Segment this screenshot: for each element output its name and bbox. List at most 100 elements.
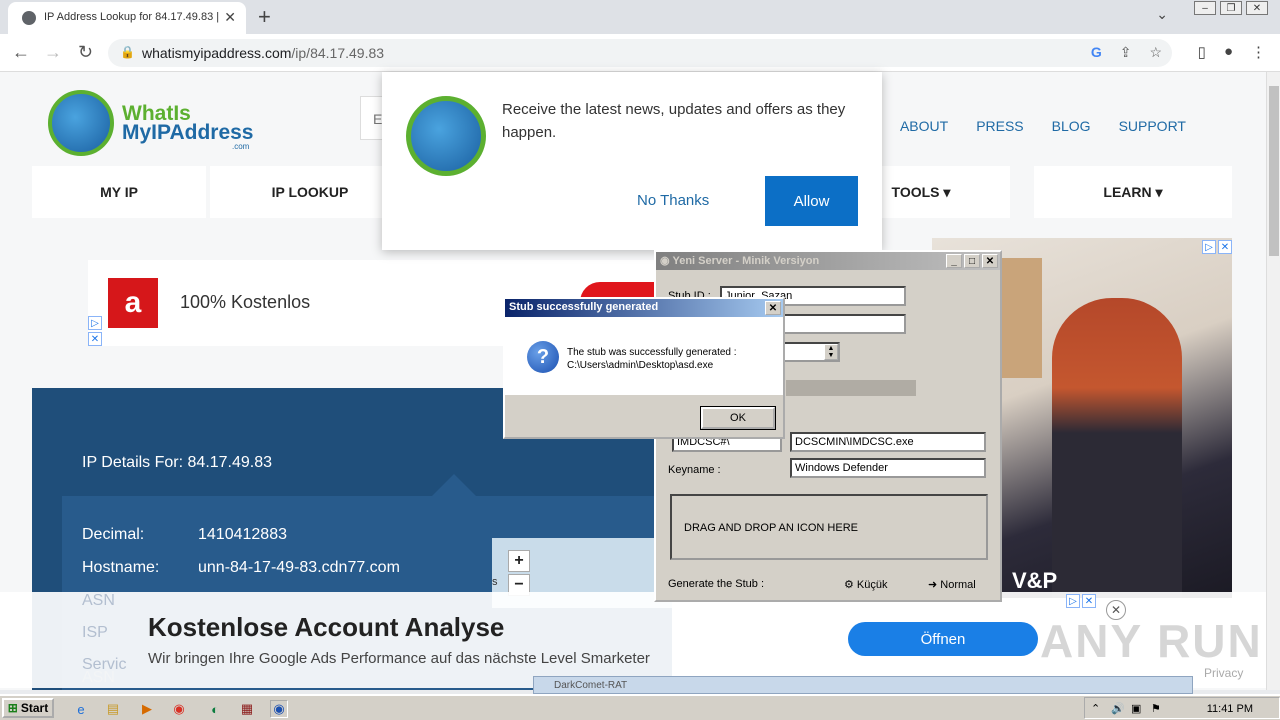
back-icon[interactable]: ← bbox=[12, 42, 30, 63]
edge-icon[interactable]: ◐ bbox=[206, 700, 224, 718]
bottom-ad-banner[interactable]: ASN ISP Servic Kostenlose Account Analys… bbox=[0, 592, 1266, 688]
google-icon[interactable]: G bbox=[1091, 44, 1102, 61]
omnibox[interactable]: 🔒 whatismyipaddress.com/ip/84.17.49.83 G… bbox=[108, 39, 1172, 67]
nav-support[interactable]: SUPPORT bbox=[1119, 118, 1186, 134]
ie-icon[interactable]: e bbox=[72, 700, 90, 718]
faded-services: Servic bbox=[82, 656, 127, 673]
url-text[interactable]: whatismyipaddress.com/ip/84.17.49.83 bbox=[142, 45, 384, 61]
detail-row-hostname: Hostname: unn-84-17-49-83.cdn77.com bbox=[82, 559, 400, 577]
gear-icon: ⚙ bbox=[844, 579, 857, 591]
anyrun-watermark: ANY RUN bbox=[1040, 615, 1263, 667]
drop-zone-label: DRAG AND DROP AN ICON HERE bbox=[684, 522, 858, 534]
system-tray: ⌃ 🔊 ▣ ⚑ 11:41 PM bbox=[1084, 697, 1280, 719]
allow-button[interactable]: Allow bbox=[765, 176, 858, 226]
dialog-title: Stub successfully generated bbox=[509, 301, 659, 313]
folder-icon[interactable]: ▤ bbox=[104, 700, 122, 718]
share-icon[interactable]: ⇪ bbox=[1120, 44, 1132, 61]
star-icon[interactable]: ☆ bbox=[1149, 44, 1162, 61]
browser-tab[interactable]: IP Address Lookup for 84.17.49.83 | ✕ bbox=[8, 2, 246, 34]
volume-icon[interactable]: 🔊 bbox=[1111, 702, 1125, 715]
keyname-field[interactable]: Windows Defender bbox=[790, 458, 986, 478]
omnibox-icons: G ⇪ ☆ bbox=[1091, 44, 1162, 61]
nav-about[interactable]: ABOUT bbox=[900, 118, 948, 134]
ip-details-heading: IP Details For: 84.17.49.83 bbox=[82, 454, 273, 471]
kucuk-button[interactable]: ⚙ Küçük bbox=[844, 578, 888, 591]
avira-logo-icon: a bbox=[108, 278, 158, 328]
no-thanks-button[interactable]: No Thanks bbox=[637, 192, 709, 209]
push-notification-prompt: Receive the latest news, updates and off… bbox=[382, 72, 882, 250]
address-bar-row: ← → ↻ 🔒 whatismyipaddress.com/ip/84.17.4… bbox=[0, 34, 1280, 72]
privacy-link[interactable]: Privacy bbox=[1204, 666, 1243, 680]
nav-press[interactable]: PRESS bbox=[976, 118, 1023, 134]
top-nav: ABOUT PRESS BLOG SUPPORT bbox=[900, 118, 1186, 134]
adchoices-icon[interactable]: ▷ bbox=[88, 316, 102, 330]
flag-icon[interactable]: ⚑ bbox=[1151, 702, 1161, 715]
detail-key: Hostname: bbox=[82, 559, 160, 576]
open-ad-button[interactable]: Öffnen bbox=[848, 622, 1038, 656]
close-tab-icon[interactable]: ✕ bbox=[224, 9, 236, 26]
exe-name-field[interactable]: DCSCMIN\IMDCSC.exe bbox=[790, 432, 986, 452]
ad-close-icon[interactable]: ✕ bbox=[1082, 594, 1096, 608]
page-scrollbar[interactable] bbox=[1266, 72, 1280, 690]
reload-icon[interactable]: ↻ bbox=[78, 42, 93, 63]
media-player-icon[interactable]: ▶ bbox=[138, 700, 156, 718]
site-logo[interactable]: WhatIs MyIPAddress .com bbox=[48, 90, 268, 160]
clock[interactable]: 11:41 PM bbox=[1207, 703, 1253, 715]
bottom-ad-headline: Kostenlose Account Analyse bbox=[148, 612, 505, 642]
generate-label: Generate the Stub : bbox=[668, 578, 765, 590]
yeni-server-titlebar[interactable]: ◉ Yeni Server - Minik Versiyon _ □ ✕ bbox=[656, 252, 1000, 270]
maximize-icon[interactable]: □ bbox=[964, 254, 980, 268]
panel-notch bbox=[432, 474, 476, 496]
browser-tab-bar: IP Address Lookup for 84.17.49.83 | ✕ + … bbox=[0, 0, 1280, 34]
normal-button[interactable]: ➜ Normal bbox=[928, 578, 976, 591]
faded-asn: ASN bbox=[82, 592, 115, 609]
detail-value: 1410412883 bbox=[198, 526, 287, 543]
start-button[interactable]: ⊞ Start bbox=[2, 698, 54, 718]
tab-search-chevron-icon[interactable]: ⌄ bbox=[1156, 6, 1168, 23]
darkcomet-task-icon[interactable]: ◉ bbox=[270, 700, 288, 718]
minimize-icon[interactable]: – bbox=[1194, 1, 1216, 15]
forward-icon[interactable]: → bbox=[44, 42, 62, 63]
zoom-in-button[interactable]: + bbox=[508, 550, 530, 572]
menu-icon[interactable]: ⋮ bbox=[1251, 43, 1266, 61]
question-icon: ? bbox=[527, 341, 559, 373]
keyname-label: Keyname : bbox=[668, 464, 721, 476]
lock-icon[interactable]: 🔒 bbox=[120, 45, 135, 59]
minimize-icon[interactable]: _ bbox=[946, 254, 962, 268]
windows-logo-icon: ⊞ bbox=[7, 701, 18, 715]
detail-key: Decimal: bbox=[82, 526, 145, 543]
winrar-icon[interactable]: ▦ bbox=[238, 700, 256, 718]
detail-value: unn-84-17-49-83.cdn77.com bbox=[198, 559, 400, 576]
close-icon[interactable]: ✕ bbox=[765, 301, 781, 315]
new-tab-icon[interactable]: + bbox=[258, 4, 271, 30]
notification-message: Receive the latest news, updates and off… bbox=[502, 101, 846, 141]
tray-expand-icon[interactable]: ⌃ bbox=[1091, 702, 1100, 715]
icon-drop-zone[interactable]: DRAG AND DROP AN ICON HERE bbox=[670, 494, 988, 560]
darkcomet-window-strip[interactable]: DarkComet-RAT bbox=[533, 676, 1193, 694]
dialog-message-line1: The stub was successfully generated : bbox=[567, 347, 737, 358]
profile-icon[interactable]: ● bbox=[1224, 43, 1233, 61]
scrollbar-thumb[interactable] bbox=[1269, 86, 1279, 256]
nav-my-ip[interactable]: MY IP bbox=[32, 166, 206, 218]
nav-blog[interactable]: BLOG bbox=[1052, 118, 1091, 134]
window-controls: – ❐ ✕ bbox=[1194, 1, 1268, 15]
adchoices-icon[interactable]: ▷ bbox=[1066, 594, 1080, 608]
side-panel-icon[interactable]: ▯ bbox=[1198, 43, 1206, 61]
chrome-icon[interactable]: ◉ bbox=[170, 700, 188, 718]
restore-icon[interactable]: ❐ bbox=[1220, 1, 1242, 15]
adchoices-icon[interactable]: ▷ bbox=[1202, 240, 1216, 254]
toolbar-icons: ▯ ● ⋮ bbox=[1198, 43, 1266, 61]
close-icon[interactable]: ✕ bbox=[982, 254, 998, 268]
ad-close-icon[interactable]: ✕ bbox=[88, 332, 102, 346]
ad-close-icon[interactable]: ✕ bbox=[1218, 240, 1232, 254]
darkcomet-label: DarkComet-RAT bbox=[554, 680, 628, 691]
nav-ip-lookup[interactable]: IP LOOKUP bbox=[210, 166, 410, 218]
faded-isp: ISP bbox=[82, 624, 108, 641]
ok-button[interactable]: OK bbox=[700, 406, 776, 430]
network-icon[interactable]: ▣ bbox=[1131, 702, 1141, 715]
nav-learn[interactable]: LEARN ▾ bbox=[1034, 166, 1232, 218]
ad-text: 100% Kostenlos bbox=[180, 292, 311, 312]
port-spinner[interactable]: ▲ ▼ bbox=[824, 344, 838, 360]
close-window-icon[interactable]: ✕ bbox=[1246, 1, 1268, 15]
dialog-titlebar[interactable]: Stub successfully generated ✕ bbox=[505, 299, 783, 317]
